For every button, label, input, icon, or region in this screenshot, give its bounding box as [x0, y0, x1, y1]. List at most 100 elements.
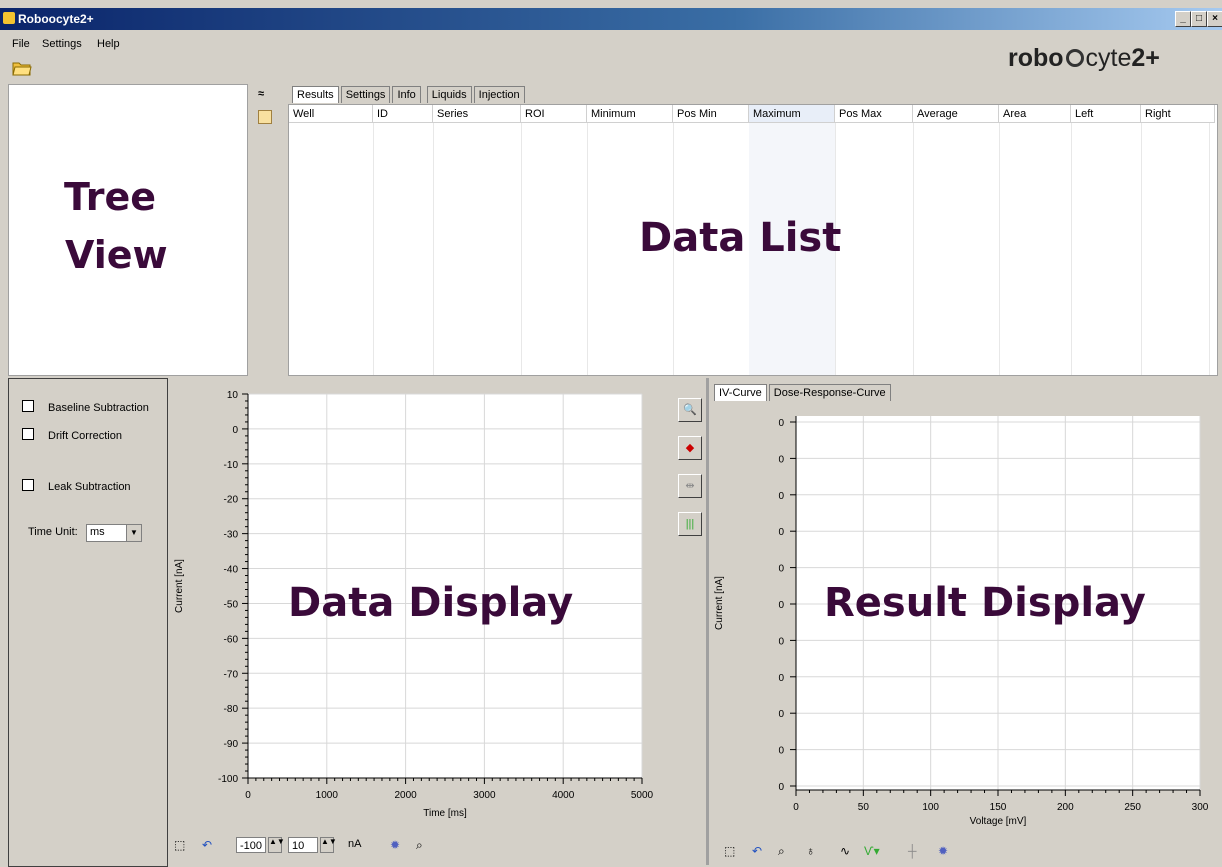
tab-dose-response-curve[interactable]: Dose-Response-Curve [768, 384, 891, 401]
y-tick-label: 0 [778, 600, 784, 611]
zoom-icon[interactable]: 🔍 [678, 398, 702, 422]
time-unit-select[interactable]: ms ▼ [86, 524, 142, 542]
menu-help[interactable]: Help [97, 38, 120, 50]
zoom-out-icon[interactable]: ⌕ [416, 838, 423, 853]
y-min-input[interactable]: -100 [236, 837, 266, 853]
copy-icon[interactable] [258, 110, 272, 124]
y-axis-label: Current [nA] [714, 576, 725, 630]
open-folder-icon[interactable] [12, 60, 32, 76]
settings-gear-icon[interactable]: ✹ [938, 844, 948, 858]
split-divider[interactable] [706, 378, 709, 865]
menu-file[interactable]: File [12, 38, 30, 50]
tab-liquids[interactable]: Liquids [426, 86, 472, 103]
window-title: Roboocyte2+ [18, 12, 94, 26]
y-range-spinner[interactable]: ▲▼ [320, 837, 337, 853]
y-tick-label: -100 [218, 774, 238, 785]
tree-view[interactable]: Tree View [8, 84, 248, 376]
x-tick-label: 4000 [552, 790, 575, 801]
y-tick-label: 0 [778, 709, 784, 720]
marker-icon[interactable]: ♁ [806, 844, 815, 858]
x-tick-label: 150 [990, 802, 1007, 813]
col-series[interactable]: Series [433, 105, 521, 123]
y-tick-label: -10 [224, 460, 239, 471]
y-tick-label: 0 [778, 782, 784, 793]
close-button[interactable]: × [1207, 11, 1222, 27]
col-maximum[interactable]: Maximum [749, 105, 835, 123]
y-tick-label: 0 [778, 673, 784, 684]
x-axis-label: Time [ms] [423, 808, 467, 819]
col-roi[interactable]: ROI [521, 105, 587, 123]
baseline-subtraction-checkbox[interactable] [22, 400, 34, 412]
settings-gear-icon[interactable]: ✹ [390, 838, 400, 852]
crosshair-icon[interactable]: ┼ [908, 844, 917, 858]
data-display-label: Data Display [288, 580, 574, 626]
undo-icon[interactable]: ↶ [752, 844, 762, 858]
drift-correction-checkbox[interactable] [22, 428, 34, 440]
data-display-toolbar: ⬚ ↶ -100 ▲▼ 10 ▲▼ nA ✹ ⌕ [172, 836, 692, 856]
line-chart-icon[interactable]: ∿ [840, 844, 850, 858]
col-well[interactable]: Well [289, 105, 373, 123]
col-right[interactable]: Right [1141, 105, 1215, 123]
select-icon[interactable]: ⬚ [174, 838, 185, 852]
tab-injection[interactable]: Injection [473, 86, 525, 103]
x-tick-label: 200 [1057, 802, 1074, 813]
select-icon[interactable]: ⬚ [724, 844, 735, 858]
maximize-button[interactable]: □ [1191, 11, 1207, 27]
x-tick-label: 100 [922, 802, 939, 813]
x-tick-label: 250 [1124, 802, 1141, 813]
x-tick-label: 0 [793, 802, 799, 813]
x-tick-label: 1000 [316, 790, 339, 801]
cursor-range-icon[interactable]: ⇹ [678, 474, 702, 498]
time-unit-label: Time Unit: [28, 526, 78, 538]
result-display-label: Result Display [824, 580, 1146, 626]
y-tick-label: 0 [778, 564, 784, 575]
col-left[interactable]: Left [1071, 105, 1141, 123]
y-min-spinner[interactable]: ▲▼ [268, 837, 285, 853]
col-pos-max[interactable]: Pos Max [835, 105, 913, 123]
y-tick-label: 0 [778, 454, 784, 465]
y-tick-label: -30 [224, 530, 239, 541]
minimize-button[interactable]: _ [1175, 11, 1191, 27]
fit-icon[interactable]: ◆ [678, 436, 702, 460]
x-tick-label: 5000 [631, 790, 654, 801]
leak-subtraction-label: Leak Subtraction [48, 481, 131, 493]
x-tick-label: 300 [1192, 802, 1209, 813]
y-tick-label: 0 [232, 425, 238, 436]
chevron-down-icon: ▼ [126, 525, 141, 541]
y-tick-label: -80 [224, 704, 239, 715]
leak-subtraction-checkbox[interactable] [22, 479, 34, 491]
y-tick-label: -50 [224, 599, 239, 610]
overlay-lines-icon[interactable]: ||| [678, 512, 702, 536]
x-tick-label: 50 [858, 802, 870, 813]
y-tick-label: 0 [778, 491, 784, 502]
data-tabs: Results Settings Info Liquids Injection [292, 86, 527, 103]
result-display-toolbar: ⬚ ↶ ⌕ ♁ ∿ Ѵ▾ ┼ ✹ [722, 842, 982, 862]
title-bar: Roboocyte2+ _ □ × [0, 8, 1222, 30]
wave-icon[interactable]: ≈ [258, 88, 264, 100]
data-list[interactable]: Well ID Series ROI Minimum Pos Min Maxim… [288, 104, 1218, 376]
y-tick-label: -40 [224, 565, 239, 576]
app-icon [3, 12, 15, 24]
y-tick-label: 10 [227, 390, 239, 401]
col-average[interactable]: Average [913, 105, 999, 123]
y-tick-label: 0 [778, 636, 784, 647]
x-tick-label: 2000 [394, 790, 417, 801]
col-area[interactable]: Area [999, 105, 1071, 123]
y-range-input[interactable]: 10 [288, 837, 318, 853]
x-axis-label: Voltage [mV] [970, 816, 1027, 827]
baseline-subtraction-label: Baseline Subtraction [48, 402, 149, 414]
tab-info[interactable]: Info [392, 86, 421, 103]
col-minimum[interactable]: Minimum [587, 105, 673, 123]
tab-results[interactable]: Results [292, 86, 339, 103]
col-pos-min[interactable]: Pos Min [673, 105, 749, 123]
col-id[interactable]: ID [373, 105, 433, 123]
y-tick-label: -60 [224, 634, 239, 645]
tab-iv-curve[interactable]: IV-Curve [714, 384, 767, 401]
menu-settings[interactable]: Settings [42, 38, 82, 50]
drift-correction-label: Drift Correction [48, 430, 122, 442]
tab-settings[interactable]: Settings [340, 86, 391, 103]
y-tick-label: 0 [778, 746, 784, 757]
fit-curve-icon[interactable]: Ѵ▾ [864, 844, 880, 858]
undo-icon[interactable]: ↶ [202, 838, 212, 852]
zoom-out-icon[interactable]: ⌕ [778, 844, 785, 859]
